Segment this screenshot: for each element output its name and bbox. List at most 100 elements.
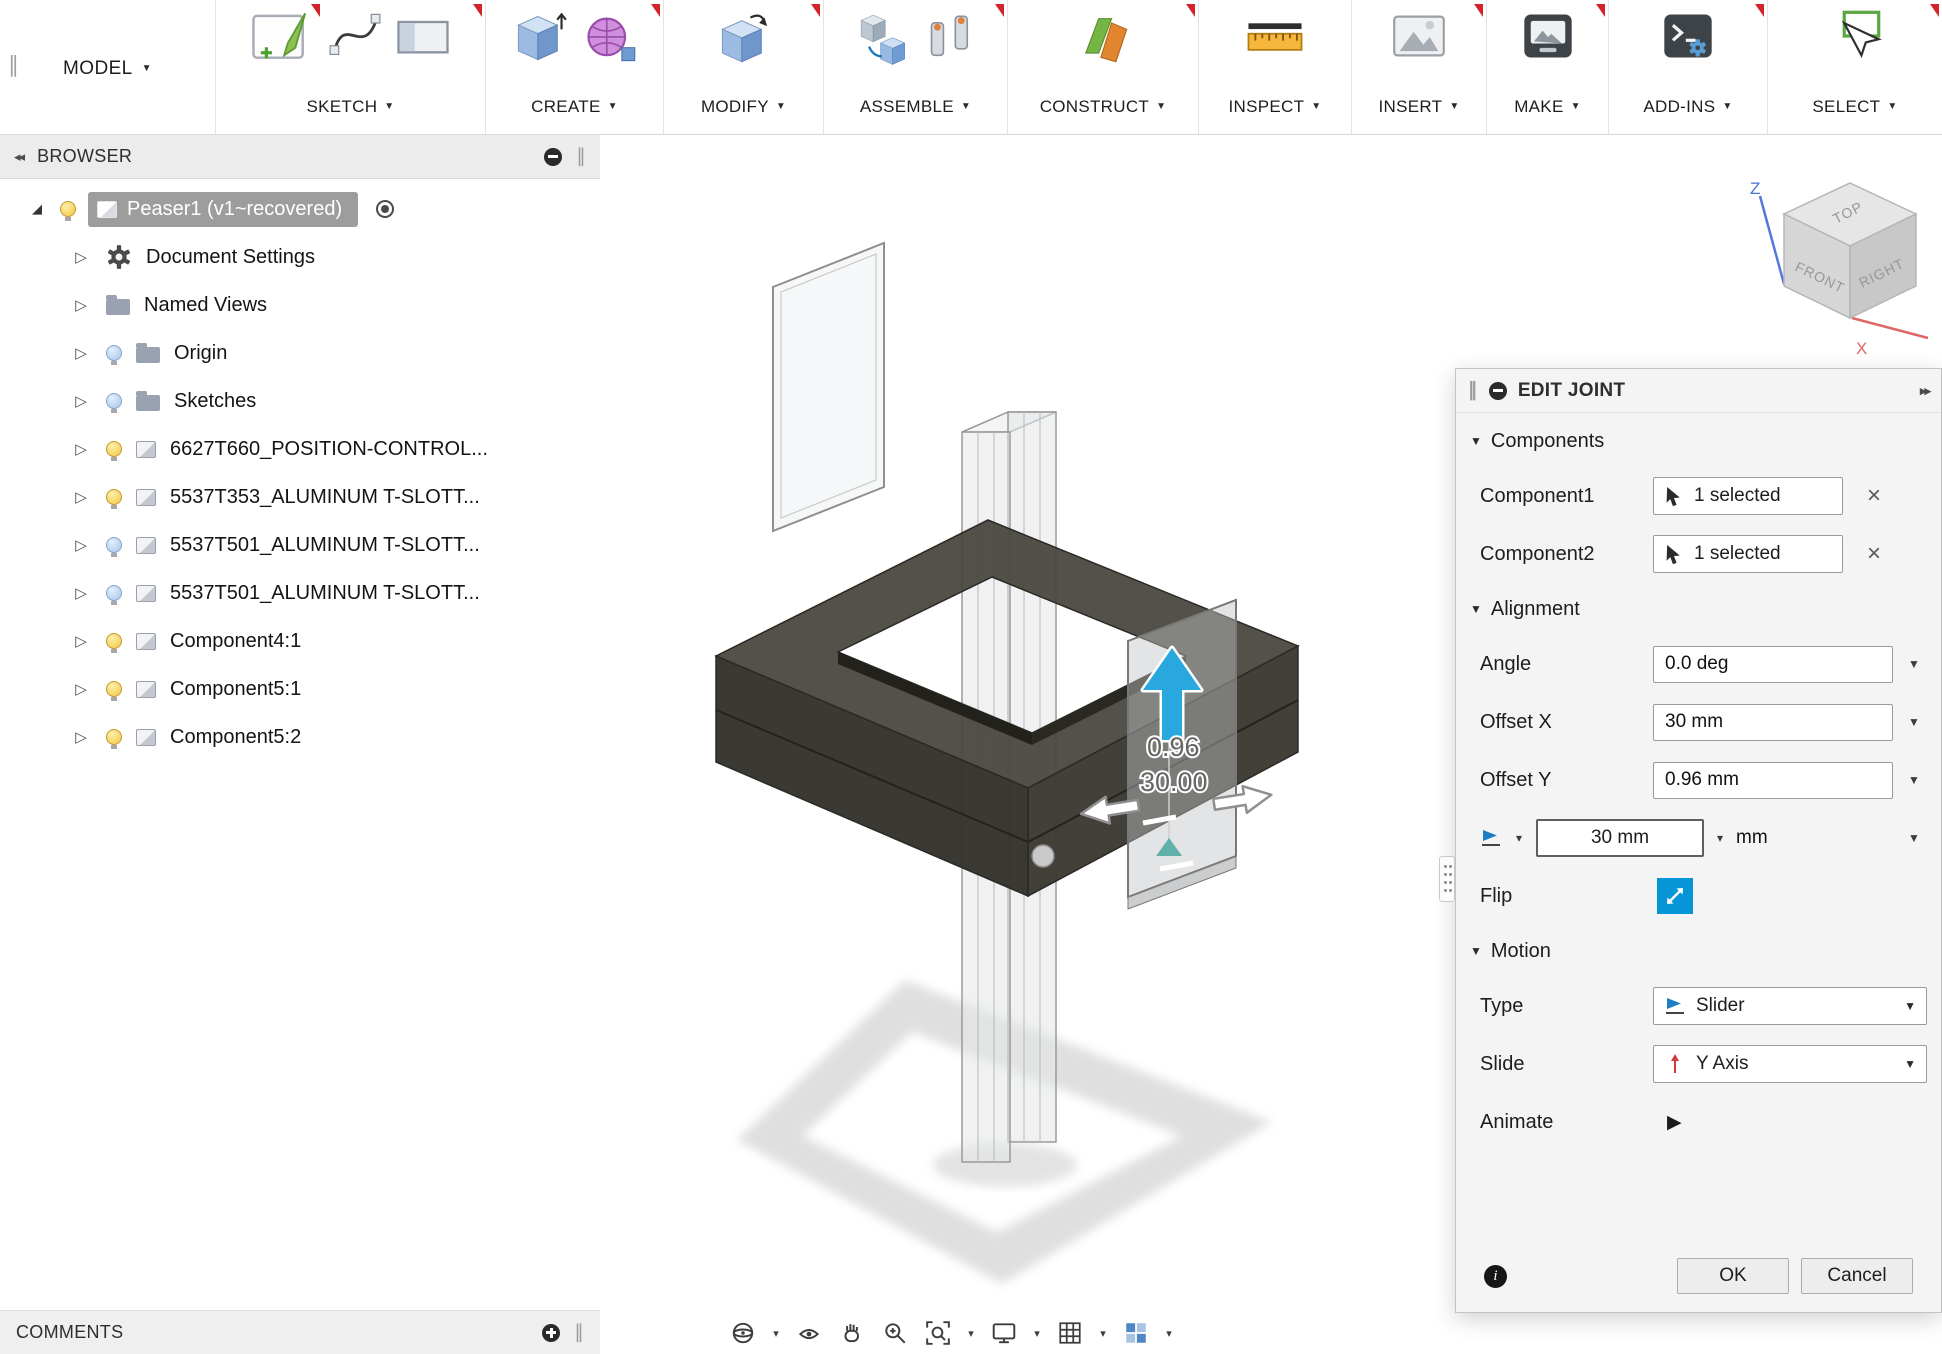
visibility-bulb-icon[interactable] xyxy=(106,393,122,409)
orbit-button[interactable] xyxy=(726,1316,760,1350)
chevron-down-icon[interactable]: ▾ xyxy=(1030,1327,1044,1340)
flyout-arrows-icon[interactable]: ▸▸ xyxy=(1920,383,1929,399)
expand-arrow-icon[interactable]: ▷ xyxy=(70,728,92,746)
panel-grip-icon[interactable]: ∥ xyxy=(576,145,586,168)
expand-arrow-icon[interactable]: ▷ xyxy=(70,248,92,266)
browser-item-origin[interactable]: ▷ Origin xyxy=(0,329,600,377)
visibility-bulb-icon[interactable] xyxy=(106,441,122,457)
chevron-down-icon[interactable]: ▼ xyxy=(1901,715,1927,729)
browser-item-sketches[interactable]: ▷ Sketches xyxy=(0,377,600,425)
visibility-bulb-icon[interactable] xyxy=(106,345,122,361)
select-cursor-icon[interactable] xyxy=(1827,8,1883,64)
create-menu[interactable]: CREATE ▼ xyxy=(531,94,618,120)
measure-ruler-icon[interactable] xyxy=(1245,8,1305,64)
root-selection[interactable]: Peaser1 (v1~recovered) xyxy=(88,192,358,227)
expand-arrow-icon[interactable]: ◢ xyxy=(26,201,48,217)
grid-snaps-button[interactable] xyxy=(1053,1316,1087,1350)
browser-item-named-views[interactable]: ▷ Named Views xyxy=(0,281,600,329)
dialog-titlebar[interactable]: ∥ EDIT JOINT ▸▸ xyxy=(1456,369,1941,413)
motion-type-dropdown[interactable]: Slider ▼ xyxy=(1653,987,1927,1025)
visibility-bulb-icon[interactable] xyxy=(106,537,122,553)
rectangle-icon[interactable] xyxy=(395,8,451,64)
flip-button[interactable] xyxy=(1657,878,1693,914)
browser-item-component[interactable]: ▷ Component5:2 xyxy=(0,713,600,761)
expand-arrow-icon[interactable]: ▷ xyxy=(70,440,92,458)
assemble-menu[interactable]: ASSEMBLE ▼ xyxy=(860,94,971,120)
expand-arrow-icon[interactable]: ▷ xyxy=(70,392,92,410)
visibility-bulb-icon[interactable] xyxy=(60,201,76,217)
select-menu[interactable]: SELECT ▼ xyxy=(1812,94,1897,120)
visibility-bulb-icon[interactable] xyxy=(106,585,122,601)
inspect-menu[interactable]: INSPECT ▼ xyxy=(1229,94,1322,120)
offset-x-input[interactable]: 30 mm xyxy=(1653,704,1893,741)
create-form-icon[interactable] xyxy=(582,8,638,68)
visibility-bulb-icon[interactable] xyxy=(106,633,122,649)
components-section-header[interactable]: ▼ Components xyxy=(1470,415,1927,467)
motion-section-header[interactable]: ▼ Motion xyxy=(1470,925,1927,977)
offset-y-input[interactable]: 0.96 mm xyxy=(1653,762,1893,799)
chevron-down-icon[interactable]: ▼ xyxy=(1901,831,1927,845)
slider-joint-icon[interactable] xyxy=(1480,827,1502,849)
transparent-panel[interactable] xyxy=(773,243,884,531)
browser-item-component[interactable]: ▷ Component4:1 xyxy=(0,617,600,665)
modify-menu[interactable]: MODIFY ▼ xyxy=(701,94,786,120)
mini-toolbar-grip[interactable] xyxy=(1439,856,1455,902)
expand-arrow-icon[interactable]: ▷ xyxy=(70,536,92,554)
add-comment-icon[interactable] xyxy=(542,1324,560,1342)
pan-button[interactable] xyxy=(835,1316,869,1350)
browser-item-component[interactable]: ▷ 5537T501_ALUMINUM T-SLOTT... xyxy=(0,569,600,617)
info-icon[interactable]: i xyxy=(1484,1265,1507,1288)
chevron-down-icon[interactable]: ▾ xyxy=(1162,1327,1176,1340)
cancel-button[interactable]: Cancel xyxy=(1801,1258,1913,1294)
expand-arrow-icon[interactable]: ▷ xyxy=(70,584,92,602)
slide-axis-dropdown[interactable]: Y Axis ▼ xyxy=(1653,1045,1927,1083)
insert-image-icon[interactable] xyxy=(1391,8,1447,64)
browser-item-component[interactable]: ▷ 6627T660_POSITION-CONTROL... xyxy=(0,425,600,473)
expand-arrow-icon[interactable]: ▷ xyxy=(70,488,92,506)
chevron-down-icon[interactable]: ▼ xyxy=(1901,657,1927,671)
make-menu[interactable]: MAKE ▼ xyxy=(1514,94,1581,120)
zoom-button[interactable] xyxy=(878,1316,912,1350)
visibility-bulb-icon[interactable] xyxy=(106,729,122,745)
joint-origin-ball[interactable] xyxy=(1032,845,1054,867)
visibility-bulb-icon[interactable] xyxy=(106,681,122,697)
play-icon[interactable]: ▶ xyxy=(1667,1111,1682,1134)
addins-menu[interactable]: ADD-INS ▼ xyxy=(1643,94,1732,120)
insert-menu[interactable]: INSERT ▼ xyxy=(1378,94,1459,120)
make-icon[interactable] xyxy=(1520,8,1576,64)
offset-z-inline-input[interactable]: 30 mm xyxy=(1536,819,1704,857)
fit-button[interactable] xyxy=(921,1316,955,1350)
chevron-down-icon[interactable]: ▾ xyxy=(1510,831,1528,845)
chevron-down-icon[interactable]: ▼ xyxy=(1901,773,1927,787)
expand-arrow-icon[interactable]: ▷ xyxy=(70,344,92,362)
display-settings-button[interactable] xyxy=(987,1316,1021,1350)
expand-arrow-icon[interactable]: ▷ xyxy=(70,296,92,314)
minus-circle-icon[interactable] xyxy=(544,148,562,166)
chevron-down-icon[interactable]: ▾ xyxy=(1096,1327,1110,1340)
chevron-down-icon[interactable]: ▾ xyxy=(1712,831,1728,845)
new-component-icon[interactable] xyxy=(855,8,911,68)
construct-menu[interactable]: CONSTRUCT ▼ xyxy=(1040,94,1167,120)
angle-input[interactable]: 0.0 deg xyxy=(1653,646,1893,683)
browser-item-document-settings[interactable]: ▷ Document Settings xyxy=(0,233,600,281)
sketch-menu[interactable]: SKETCH ▼ xyxy=(307,94,395,120)
joint-icon[interactable] xyxy=(925,8,977,68)
view-cube[interactable]: TOP FRONT RIGHT Z X xyxy=(1750,179,1928,358)
expand-arrow-icon[interactable]: ▷ xyxy=(70,632,92,650)
activate-component-radio[interactable] xyxy=(376,200,394,218)
clear-selection-icon[interactable]: × xyxy=(1867,542,1881,566)
comments-bar[interactable]: COMMENTS ∥ xyxy=(0,1310,600,1354)
visibility-bulb-icon[interactable] xyxy=(106,489,122,505)
create-box-icon[interactable] xyxy=(512,8,568,68)
minus-circle-icon[interactable] xyxy=(1489,382,1507,400)
viewports-button[interactable] xyxy=(1119,1316,1153,1350)
browser-item-component[interactable]: ▷ Component5:1 xyxy=(0,665,600,713)
expand-arrow-icon[interactable]: ▷ xyxy=(70,680,92,698)
clear-selection-icon[interactable]: × xyxy=(1867,484,1881,508)
chevron-down-icon[interactable]: ▾ xyxy=(964,1327,978,1340)
create-sketch-icon[interactable] xyxy=(251,8,315,68)
chevron-down-icon[interactable]: ▾ xyxy=(769,1327,783,1340)
scripts-addins-icon[interactable] xyxy=(1660,8,1716,64)
construct-plane-icon[interactable] xyxy=(1075,8,1131,68)
spline-icon[interactable] xyxy=(329,8,381,64)
